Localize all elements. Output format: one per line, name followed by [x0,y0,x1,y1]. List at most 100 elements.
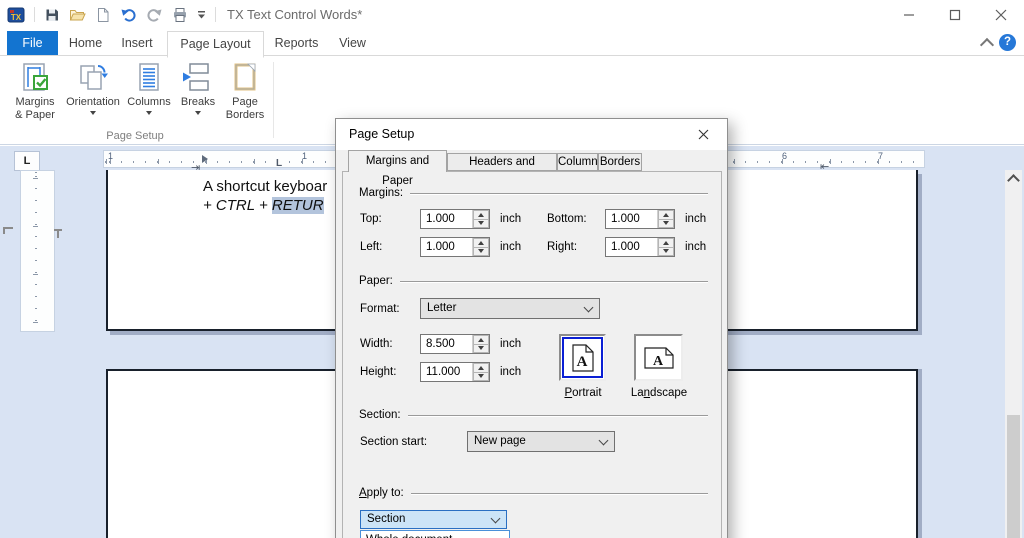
right-margin-input[interactable] [606,238,657,256]
spin-up-icon[interactable] [473,210,489,219]
ribbon-group-divider [273,62,274,138]
button-label: Columns [127,96,171,108]
button-label: Borders [225,109,265,121]
spin-down-icon[interactable] [473,246,489,256]
dialog-tab-margins-paper[interactable]: Margins and Paper [348,150,447,187]
redo-icon[interactable] [146,7,163,23]
tab-selector-box[interactable]: L [14,151,40,171]
tab-insert[interactable]: Insert [112,31,162,55]
left-margin-input[interactable] [421,238,472,256]
dropdown-arrow-icon [146,111,152,118]
paper-width-spinner [420,334,490,354]
spin-down-icon[interactable] [658,246,674,256]
apply-to-combobox[interactable]: Section [360,510,507,529]
top-margin-marker[interactable] [3,227,13,234]
help-icon[interactable]: ? [999,34,1016,51]
dropdown-arrow-icon [195,111,201,118]
page-borders-button[interactable]: Page Borders [220,59,270,122]
paper-group-legend: Paper: [359,274,708,288]
tab-stop-marker[interactable]: L [276,159,282,169]
maximize-button[interactable] [932,0,978,29]
right-indent-marker[interactable]: ⇤ [820,162,829,173]
document-line-1: A shortcut keyboar [203,178,328,195]
collapse-ribbon-icon[interactable] [979,37,995,53]
landscape-button[interactable]: A [634,334,683,381]
landscape-page-icon: A [643,346,674,369]
new-document-icon[interactable] [95,7,111,23]
apply-to-group-legend: Apply to: [359,486,708,500]
dialog-tab-borders[interactable]: Borders [598,153,642,171]
margins-paper-button[interactable]: Margins & Paper [6,59,64,122]
open-folder-icon[interactable] [69,7,86,23]
spin-down-icon[interactable] [473,371,489,381]
orientation-button[interactable]: Orientation [64,59,122,122]
top-margin-input[interactable] [421,210,472,228]
toolbar-divider [34,7,35,22]
height-label: Height: [360,366,397,378]
spin-up-icon[interactable] [473,238,489,247]
top-margin-spinner [420,209,490,229]
first-line-indent-marker[interactable] [202,155,208,163]
columns-button[interactable]: Columns [122,59,176,122]
tab-file[interactable]: File [7,31,58,55]
document-text: A shortcut keyboar + CTRL + RETUR [203,177,327,215]
dialog-tab-panel: Margins: Top: inch Bottom: inch Left: in… [342,171,722,538]
minimize-button[interactable] [886,0,932,29]
spin-down-icon[interactable] [473,343,489,353]
spin-up-icon[interactable] [658,210,674,219]
title-bar: TX TX Text Control Words* [0,0,1024,29]
vertical-indent-marker[interactable] [54,229,62,238]
section-start-combobox[interactable]: New page [467,431,615,452]
spin-up-icon[interactable] [473,335,489,344]
undo-icon[interactable] [120,7,137,23]
bottom-margin-input[interactable] [606,210,657,228]
button-label: Orientation [66,96,120,108]
portrait-button[interactable]: A [559,334,606,381]
print-icon[interactable] [172,7,188,23]
tab-reports[interactable]: Reports [268,31,325,55]
tab-view[interactable]: View [329,31,376,55]
format-value: Letter [427,302,457,314]
left-margin-spinner [420,237,490,257]
scrollbar-thumb[interactable] [1007,415,1020,538]
dropdown-item-whole-document[interactable]: Whole document [361,531,509,538]
format-combobox[interactable]: Letter [420,298,600,319]
paper-height-input[interactable] [421,363,472,381]
chevron-down-icon [583,302,594,313]
landscape-label: Landscape [630,387,688,399]
paper-width-input[interactable] [421,335,472,353]
spin-up-icon[interactable] [473,363,489,372]
width-label: Width: [360,338,393,350]
unit-label: inch [500,241,522,253]
breaks-icon [176,59,220,94]
tab-page-layout[interactable]: Page Layout [167,31,264,58]
vertical-scrollbar[interactable] [1005,170,1022,538]
spin-down-icon[interactable] [473,218,489,228]
selected-ring [562,337,603,378]
unit-label: inch [500,338,522,350]
ribbon-tab-row: File Home Insert Page Layout Reports Vie… [0,29,1024,58]
columns-icon [122,59,176,94]
button-label: & Paper [15,109,55,121]
close-button[interactable] [978,0,1024,29]
qat-dropdown-icon[interactable] [197,10,206,19]
top-margin-label: Top: [360,213,382,225]
ruler-number: 7 [878,151,884,161]
window-title: TX Text Control Words* [227,7,363,22]
spin-up-icon[interactable] [658,238,674,247]
scroll-up-icon[interactable] [1007,174,1020,187]
page-borders-icon [220,59,270,94]
spin-down-icon[interactable] [658,218,674,228]
breaks-button[interactable]: Breaks [176,59,220,122]
dialog-tab-columns[interactable]: Columns [557,153,603,171]
legend-divider [399,280,708,282]
svg-text:A: A [652,354,663,369]
legend-divider [407,414,708,416]
unit-label: inch [500,213,522,225]
left-indent-marker[interactable]: ⇥ [191,163,200,174]
tab-home[interactable]: Home [62,31,109,55]
dialog-close-icon[interactable] [687,123,719,146]
save-icon[interactable] [44,7,60,23]
selected-text: RETUR [271,197,324,214]
dialog-tab-headers-footers[interactable]: Headers and Footers [447,153,557,185]
